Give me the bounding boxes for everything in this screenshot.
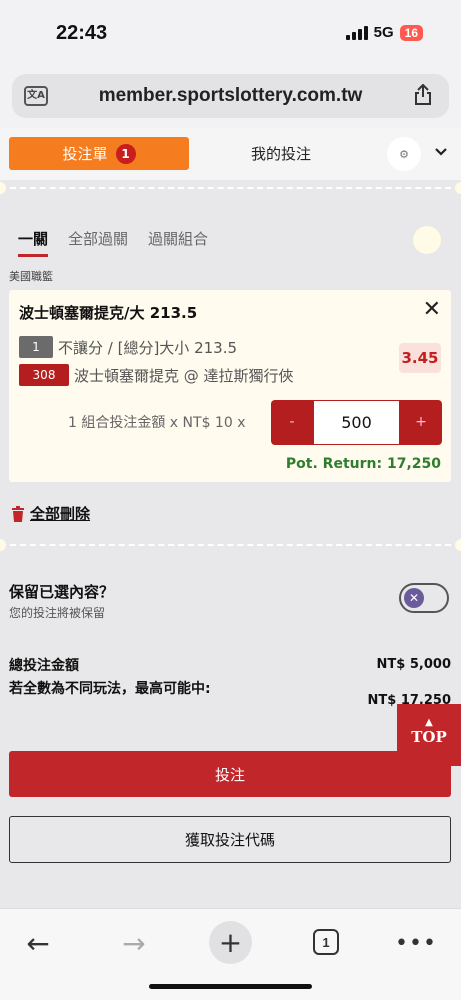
close-icon[interactable]: ✕: [423, 299, 441, 321]
browser-address-area: 文A member.sportslottery.com.tw: [0, 66, 461, 128]
keep-selections-toggle[interactable]: ✕: [399, 583, 449, 613]
tab-mybets[interactable]: 我的投注: [200, 137, 362, 170]
stake-label: 1 組合投注金額 x NT$ 10 x: [68, 415, 246, 431]
address-bar[interactable]: 文A member.sportslottery.com.tw: [12, 74, 449, 118]
bet-type-tabs: 一關 全部過關 過關組合: [18, 228, 208, 257]
increase-button[interactable]: +: [400, 400, 442, 445]
clock: 22:43: [56, 22, 108, 44]
battery-icon: 16: [399, 24, 423, 41]
tab-all-parlay[interactable]: 全部過關: [68, 228, 128, 249]
stake-input[interactable]: [314, 401, 399, 444]
url-text[interactable]: member.sportslottery.com.tw: [12, 85, 449, 107]
top-label: TOP: [411, 728, 447, 746]
tab-betslip[interactable]: 投注單 1: [9, 137, 189, 170]
get-bet-code-button[interactable]: 獲取投注代碼: [9, 816, 451, 863]
odds-badge: 3.45: [399, 343, 441, 373]
more-icon[interactable]: •••: [395, 923, 436, 963]
total-stake-value: NT$ 5,000: [376, 657, 451, 672]
bet-card: 波士頓塞爾提克/大 213.5 ✕ 1 不讓分 / [總分]大小 213.5 3…: [9, 290, 451, 482]
settings-button[interactable]: ⚙: [387, 137, 421, 171]
potential-return: Pot. Return: 17,250: [285, 456, 441, 472]
market-number-badge: 1: [19, 336, 53, 358]
bet-title: 波士頓塞爾提克/大 213.5: [19, 304, 198, 322]
keep-selections-subtitle: 您的投注將被保留: [9, 606, 106, 620]
status-indicators: 5G 16: [345, 24, 423, 41]
event-number-badge: 308: [19, 364, 69, 386]
league-label: 美國職籃: [9, 270, 53, 283]
delete-all-label: 全部刪除: [30, 505, 91, 523]
total-stake-label: 總投注金額: [9, 658, 79, 674]
decrease-button[interactable]: -: [271, 400, 313, 445]
betslip-header: 投注單 1 我的投注 ⚙: [0, 128, 461, 180]
toggle-off-icon: ✕: [404, 588, 424, 608]
arrow-up-icon: ▲: [425, 717, 433, 728]
option-circle-button[interactable]: [413, 226, 441, 254]
tabs-count-icon[interactable]: 1: [313, 929, 339, 955]
tab-parlay-combo[interactable]: 過關組合: [148, 228, 208, 249]
max-win-label: 若全數為不同玩法，最高可能中:: [9, 681, 211, 697]
divider: [0, 182, 461, 194]
divider: [0, 539, 461, 551]
back-arrow-icon[interactable]: ←: [18, 923, 58, 963]
stake-stepper: - +: [271, 400, 442, 445]
betslip-count-badge: 1: [115, 143, 136, 164]
forward-arrow-icon[interactable]: →: [114, 923, 154, 963]
event-text: 波士頓塞爾提克 @ 達拉斯獨行俠: [74, 367, 294, 385]
market-text: 不讓分 / [總分]大小 213.5: [58, 339, 238, 357]
share-icon[interactable]: [413, 84, 433, 106]
keep-selections-title: 保留已選內容？: [9, 583, 115, 601]
gear-icon: ⚙: [399, 147, 409, 161]
tab-betslip-label: 投注單: [62, 145, 108, 163]
place-bet-button[interactable]: 投注: [9, 751, 451, 797]
new-tab-plus-icon[interactable]: +: [209, 921, 252, 964]
status-bar: 22:43 5G 16: [0, 0, 461, 66]
tab-single[interactable]: 一關: [18, 228, 49, 257]
network-type: 5G: [373, 24, 394, 41]
home-indicator: [149, 984, 312, 989]
chevron-down-icon[interactable]: [434, 145, 448, 159]
signal-icon: [345, 25, 368, 40]
trash-icon: [12, 505, 24, 522]
delete-all-button[interactable]: 全部刪除: [12, 503, 90, 524]
